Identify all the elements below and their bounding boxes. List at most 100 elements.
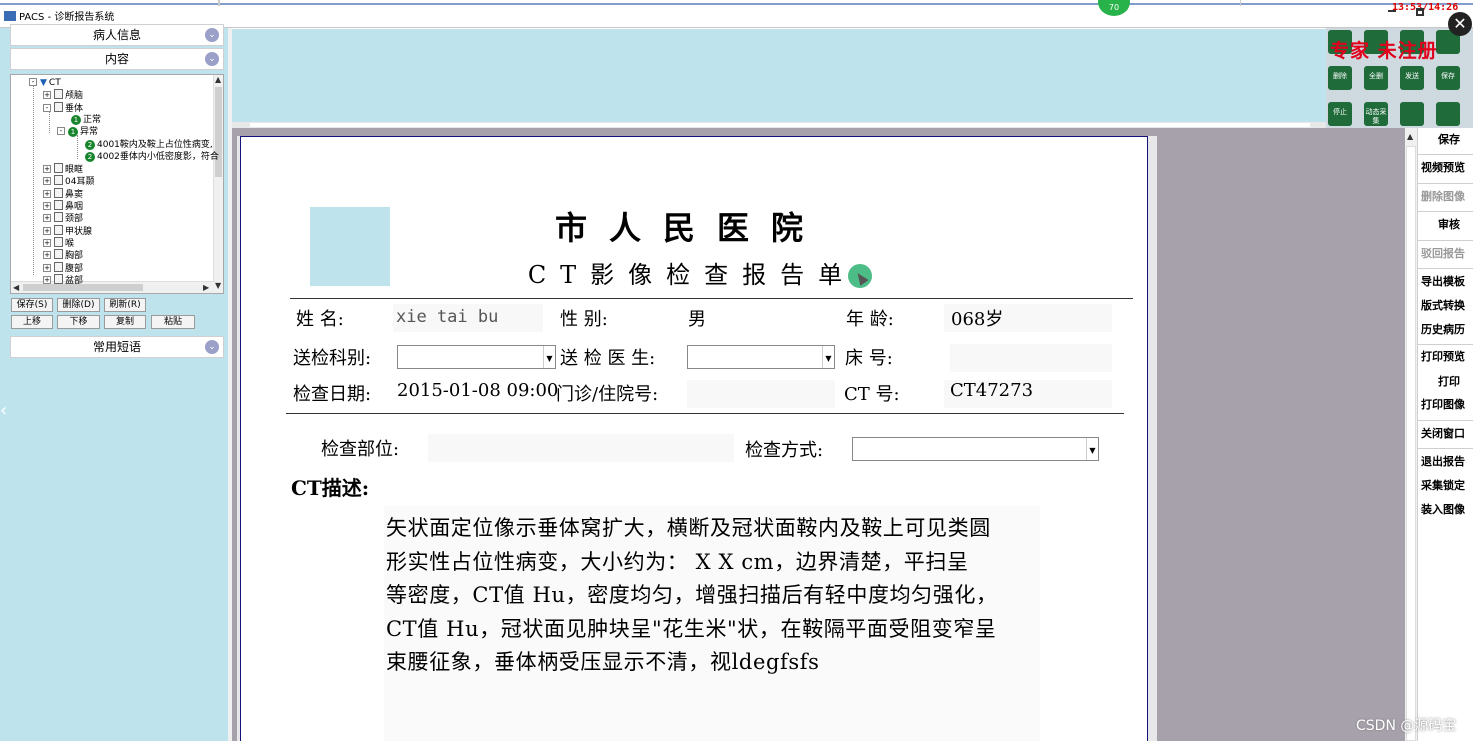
document-icon [54, 236, 63, 247]
scroll-up-icon[interactable]: ▲ [215, 75, 221, 84]
patient-info-header[interactable]: 病人信息 ⌄ [10, 24, 224, 46]
chevron-down-icon[interactable]: ⌄ [205, 340, 219, 354]
tree-item[interactable]: + 颅脑 [43, 89, 83, 102]
command-item[interactable]: 审核 [1438, 218, 1473, 232]
tree-item[interactable]: + 喉 [43, 236, 74, 250]
tree-item-label: 04耳颞 [65, 177, 95, 188]
expand-icon[interactable]: + [43, 177, 51, 186]
expand-icon[interactable]: + [43, 251, 51, 260]
close-button[interactable]: ✕ [1448, 12, 1472, 36]
expand-icon[interactable]: + [43, 214, 51, 223]
tree-item[interactable]: 2 4002垂体内小低密度影，符合 [85, 151, 219, 163]
delete-icon[interactable]: 删除 [1328, 66, 1352, 90]
command-item[interactable]: 打印图像 [1421, 398, 1473, 412]
scroll-up-icon[interactable]: ▲ [1407, 132, 1413, 141]
tree-vertical-scrollbar[interactable]: ▲ ▼ [213, 75, 223, 293]
expand-icon[interactable]: + [43, 189, 51, 198]
stop-icon[interactable]: 停止 [1328, 102, 1352, 126]
tree-button-5[interactable]: 复制 [104, 315, 146, 329]
age-label: 年 龄: [846, 309, 894, 330]
command-item[interactable]: 保存 [1438, 133, 1473, 147]
bed-label: 床 号: [845, 348, 893, 369]
tree-item[interactable]: + 颈部 [43, 212, 83, 225]
send-icon[interactable]: 发送 [1400, 66, 1424, 90]
collapse-icon[interactable]: - [57, 127, 65, 136]
document-icon [54, 200, 63, 210]
expand-icon[interactable]: + [43, 91, 51, 100]
divider [1418, 344, 1473, 345]
tree-button-3[interactable]: 上移 [11, 315, 53, 329]
tree-button-4[interactable]: 下移 [57, 315, 100, 329]
capture-icon[interactable]: 动态采集 [1364, 102, 1388, 126]
tree-item[interactable]: + 鼻咽 [43, 200, 83, 213]
tree-item[interactable]: + 盆部 [43, 273, 84, 287]
divider [286, 413, 1124, 414]
tree-button-6[interactable]: 粘贴 [151, 315, 195, 329]
description-title: CT描述: [291, 476, 370, 500]
delete-all-icon[interactable]: 全删 [1364, 66, 1388, 90]
tree-button-2[interactable]: 刷新(R) [104, 298, 146, 312]
tree-item[interactable]: 1 正常 [71, 114, 101, 126]
tree-item-label: 鼻咽 [65, 202, 84, 212]
expand-icon[interactable]: + [43, 275, 51, 284]
chevron-down-icon[interactable]: ⌄ [205, 28, 219, 42]
scroll-right-icon[interactable]: ▶ [203, 283, 209, 292]
tree-item-label: 盆部 [65, 275, 84, 286]
tree-item[interactable]: + 甲状腺 [43, 224, 92, 238]
bed-field[interactable] [950, 344, 1112, 372]
chevron-down-icon[interactable]: ▼ [822, 346, 834, 368]
expand-icon[interactable]: + [43, 226, 51, 235]
template-tree[interactable]: ▲ ▼ ◀ ▶ - ▼ CT + 颅脑 - 垂体 1 正常 -1 异常 2 4001鞍内及鞍上占位性病变… [10, 74, 224, 294]
scroll-down-icon[interactable]: ▼ [215, 281, 221, 290]
globe-icon[interactable] [1400, 102, 1424, 126]
content-header[interactable]: 内容 ⌄ [10, 48, 224, 70]
tree-item[interactable]: -1 异常 [57, 126, 98, 138]
scrollbar-thumb[interactable] [250, 123, 1310, 127]
command-item[interactable]: 视频预览 [1421, 161, 1473, 175]
save-icon[interactable]: 保存 [1436, 66, 1460, 90]
dept-select[interactable]: ▼ [397, 345, 556, 369]
expand-icon[interactable]: + [43, 263, 51, 272]
outpatient-label: 门诊/住院号: [556, 384, 659, 405]
command-item[interactable]: 打印预览 [1421, 350, 1473, 364]
expand-icon[interactable]: + [43, 165, 51, 174]
exam-part-field[interactable] [428, 434, 734, 462]
command-item[interactable]: 装入图像 [1421, 503, 1473, 517]
tree-button-1[interactable]: 删除(D) [57, 298, 100, 312]
globe-x-icon[interactable] [1436, 102, 1460, 126]
command-item[interactable]: 打印 [1438, 375, 1473, 389]
tree-item[interactable]: + 鼻窦 [43, 187, 83, 201]
tree-item[interactable]: + 眼眶 [43, 163, 83, 176]
tree-button-0[interactable]: 保存(S) [11, 298, 53, 312]
restore-button[interactable] [1416, 8, 1424, 16]
command-item[interactable]: 版式转换 [1421, 299, 1473, 313]
tree-item[interactable]: 2 4001鞍内及鞍上占位性病变, [85, 139, 213, 151]
chevron-down-icon[interactable]: ⌄ [205, 52, 219, 66]
command-item[interactable]: 导出模板 [1421, 275, 1473, 289]
tree-horizontal-scrollbar[interactable]: ◀ ▶ [11, 281, 215, 293]
command-item[interactable]: 采集锁定 [1421, 479, 1473, 493]
command-item[interactable]: 退出报告 [1421, 455, 1473, 469]
common-phrases-header[interactable]: 常用短语 ⌄ [10, 336, 224, 358]
tree-item[interactable]: + 胸部 [43, 249, 83, 262]
report-vertical-scrollbar[interactable]: ▲ [1405, 128, 1417, 741]
tree-item[interactable]: +04耳颞 [43, 175, 94, 188]
chevron-left-icon[interactable]: ‹ [0, 400, 7, 421]
tree-item-label: 正常 [83, 114, 102, 125]
scrollbar-thumb[interactable] [1406, 146, 1416, 741]
scroll-left-icon[interactable]: ◀ [13, 283, 19, 292]
description-line: 束腰征象，垂体柄受压显示不清，视ldegfsfs [386, 650, 820, 674]
chevron-down-icon[interactable]: ▼ [543, 346, 555, 368]
command-item[interactable]: 关闭窗口 [1421, 427, 1473, 441]
doctor-select[interactable]: ▼ [687, 345, 835, 369]
exam-method-select[interactable]: ▼ [852, 437, 1099, 461]
command-item[interactable]: 历史病历 [1421, 323, 1473, 337]
divider [218, 0, 220, 6]
expand-icon[interactable]: + [43, 238, 51, 247]
outpatient-field[interactable] [687, 380, 835, 408]
tree-item[interactable]: + 腹部 [43, 261, 83, 275]
chevron-down-icon[interactable]: ▼ [1086, 438, 1098, 460]
scrollbar-thumb[interactable] [215, 87, 222, 177]
expand-icon[interactable]: + [43, 202, 51, 210]
minimize-button[interactable] [1388, 10, 1396, 12]
